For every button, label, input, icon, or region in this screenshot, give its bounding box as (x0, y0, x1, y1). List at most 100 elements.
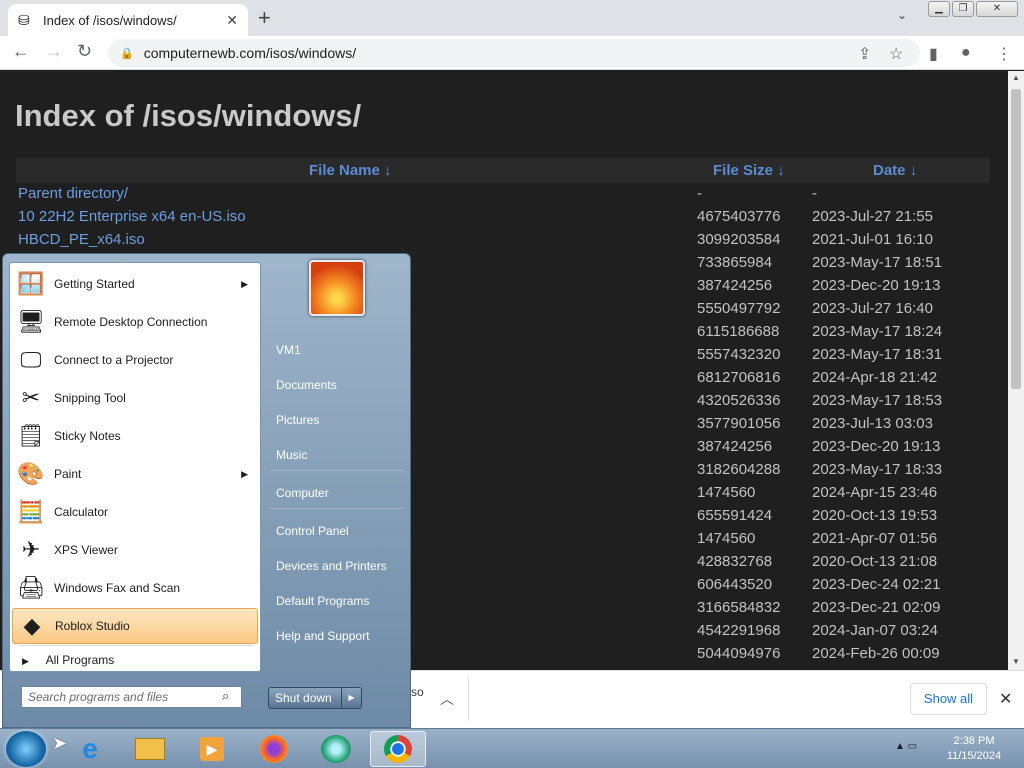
file-size: 4542291968 (697, 622, 781, 639)
start-menu-item[interactable]: 🖥 Remote Desktop Connection (12, 304, 258, 340)
scroll-up-icon[interactable]: ▲ (1012, 73, 1020, 82)
search-icon[interactable]: ⌕ (222, 688, 229, 704)
start-right-item[interactable]: Pictures (276, 413, 319, 427)
all-programs-button[interactable]: ▶ All Programs (22, 653, 114, 667)
share-icon[interactable]: ⇪ (858, 44, 871, 64)
clock[interactable]: 2:38 PM 11/15/2024 (940, 734, 1008, 764)
start-menu-item[interactable]: 🧮 Calculator (12, 494, 258, 530)
page-title: Index of /isos/windows/ (15, 98, 362, 133)
start-right-item[interactable]: Computer (276, 486, 329, 500)
start-menu-item[interactable]: ✂ Snipping Tool (12, 380, 258, 416)
scissors-icon: ✂ (21, 385, 41, 410)
fax-icon: 🖨 (17, 575, 45, 600)
tab-strip: ⛁ Index of /isos/windows/ ✕ + ⌄ ▁ ❐ ✕ (0, 0, 1024, 36)
firefox-icon[interactable] (246, 731, 302, 767)
start-right-item[interactable]: Help and Support (276, 629, 369, 643)
column-header-file-size[interactable]: File Size ↓ (713, 162, 785, 179)
file-explorer-icon[interactable] (122, 731, 178, 767)
start-menu-item[interactable]: ✈ XPS Viewer (12, 532, 258, 568)
scroll-thumb[interactable] (1011, 89, 1021, 389)
start-menu-item[interactable]: 🖨 Windows Fax and Scan (12, 570, 258, 606)
start-menu-item[interactable]: 🎨 Paint ▶ (12, 456, 258, 492)
chrome-icon[interactable] (370, 731, 426, 767)
vertical-scrollbar[interactable]: ▲ ▼ (1008, 71, 1024, 670)
scroll-down-icon[interactable]: ▼ (1012, 657, 1020, 666)
projector-icon: 🖵 (20, 347, 42, 372)
app-icon[interactable] (308, 731, 364, 767)
table-row: HBCD_PE_x64.iso 3099203584 2021-Jul-01 16:… (0, 231, 1000, 254)
table-row: Parent directory/ - - (0, 185, 1000, 208)
column-header-file-name[interactable]: File Name ↓ (309, 162, 392, 179)
menu-kebab-icon[interactable]: ⋮ (996, 44, 1012, 64)
tray-icons[interactable]: ▲ ▭ (895, 741, 917, 752)
close-icon[interactable]: ✕ (999, 689, 1012, 709)
divider (271, 470, 403, 471)
file-date: 2023-Jul-27 21:55 (812, 208, 933, 225)
back-arrow-icon[interactable]: ← (12, 41, 30, 62)
file-link[interactable]: 10 22H2 Enterprise x64 en-US.iso (18, 208, 246, 225)
media-player-icon[interactable]: ▶ (184, 731, 240, 767)
reload-icon[interactable]: ↻ (77, 41, 92, 62)
file-link[interactable]: Parent directory/ (18, 185, 128, 202)
file-date: 2024-Apr-18 21:42 (812, 369, 938, 386)
start-menu-item[interactable]: 🪟 Getting Started ▶ (12, 266, 258, 302)
browser-tab[interactable]: ⛁ Index of /isos/windows/ ✕ (8, 4, 248, 36)
start-right-item[interactable]: Control Panel (276, 524, 349, 538)
file-size: 3099203584 (697, 231, 781, 248)
start-menu-item[interactable]: 🗒 Sticky Notes (12, 418, 258, 454)
search-input[interactable]: Search programs and files (21, 686, 242, 708)
programs-pane: 🪟 Getting Started ▶ 🖥 Remote Desktop Connect… (9, 262, 261, 672)
all-programs-label: All Programs (45, 653, 115, 667)
show-all-button[interactable]: Show all (910, 683, 987, 715)
submenu-arrow-icon: ▶ (241, 278, 248, 289)
file-date: 2020-Oct-13 19:53 (812, 507, 938, 524)
start-right-item[interactable]: Devices and Printers (276, 559, 387, 573)
lock-icon[interactable]: 🔒 (120, 47, 134, 60)
file-size: 606443520 (697, 576, 773, 593)
profile-avatar-icon[interactable]: ● (961, 44, 971, 62)
start-right-item[interactable]: Music (276, 448, 307, 462)
file-date: 2023-May-17 18:33 (812, 461, 943, 478)
file-date: 2023-Jul-13 03:03 (812, 415, 933, 432)
download-item-name[interactable]: so (411, 685, 424, 699)
file-date: 2023-Dec-21 02:09 (812, 599, 941, 616)
start-right-item[interactable]: Documents (276, 378, 337, 392)
close-window-button[interactable]: ✕ (976, 1, 1018, 17)
user-picture[interactable] (309, 260, 365, 316)
submenu-arrow-icon: ▶ (241, 468, 248, 479)
getting-started-icon: 🪟 (17, 271, 45, 296)
internet-explorer-icon[interactable]: e (62, 731, 118, 767)
start-right-item[interactable]: Default Programs (276, 594, 369, 608)
file-size: 3182604288 (697, 461, 781, 478)
start-menu-item-label: Connect to a Projector (54, 353, 174, 367)
side-panel-icon[interactable]: ▮ (929, 44, 938, 64)
file-size: 3577901056 (697, 415, 781, 432)
new-tab-button[interactable]: + (258, 5, 271, 31)
start-right-item[interactable]: VM1 (276, 343, 301, 357)
clock-time: 2:38 PM (953, 735, 995, 747)
divider (271, 508, 403, 509)
minimize-button[interactable]: ▁ (928, 1, 950, 17)
forward-arrow-icon[interactable]: → (45, 41, 63, 62)
file-date: 2024-Apr-15 23:46 (812, 484, 938, 501)
restore-button[interactable]: ❐ (952, 1, 974, 17)
start-menu-item-label: Snipping Tool (54, 391, 126, 405)
tab-close-icon[interactable]: ✕ (226, 12, 238, 29)
start-menu-item-label: Getting Started (54, 277, 135, 291)
start-menu-item[interactable]: ◆ Roblox Studio (12, 608, 258, 644)
shutdown-button[interactable]: Shut down ▶ (268, 687, 362, 709)
file-date: 2024-Jan-07 03:24 (812, 622, 938, 639)
start-button[interactable] (6, 731, 46, 767)
start-menu-item[interactable]: 🖵 Connect to a Projector (12, 342, 258, 378)
bookmark-star-icon[interactable]: ☆ (889, 44, 903, 64)
file-date: 2023-Jul-27 16:40 (812, 300, 933, 317)
file-link[interactable]: HBCD_PE_x64.iso (18, 231, 145, 248)
start-menu-item-label: Paint (54, 467, 82, 481)
chevron-right-icon[interactable]: ▶ (341, 688, 361, 708)
start-menu-item-label: Windows Fax and Scan (54, 581, 181, 595)
tab-search-chevron-icon[interactable]: ⌄ (897, 8, 907, 22)
column-header-date[interactable]: Date ↓ (873, 162, 917, 179)
chevron-up-icon[interactable]: ︿ (440, 689, 454, 709)
file-size: 1474560 (697, 530, 756, 547)
address-bar[interactable]: 🔒 computernewb.com/isos/windows/ (108, 39, 920, 67)
